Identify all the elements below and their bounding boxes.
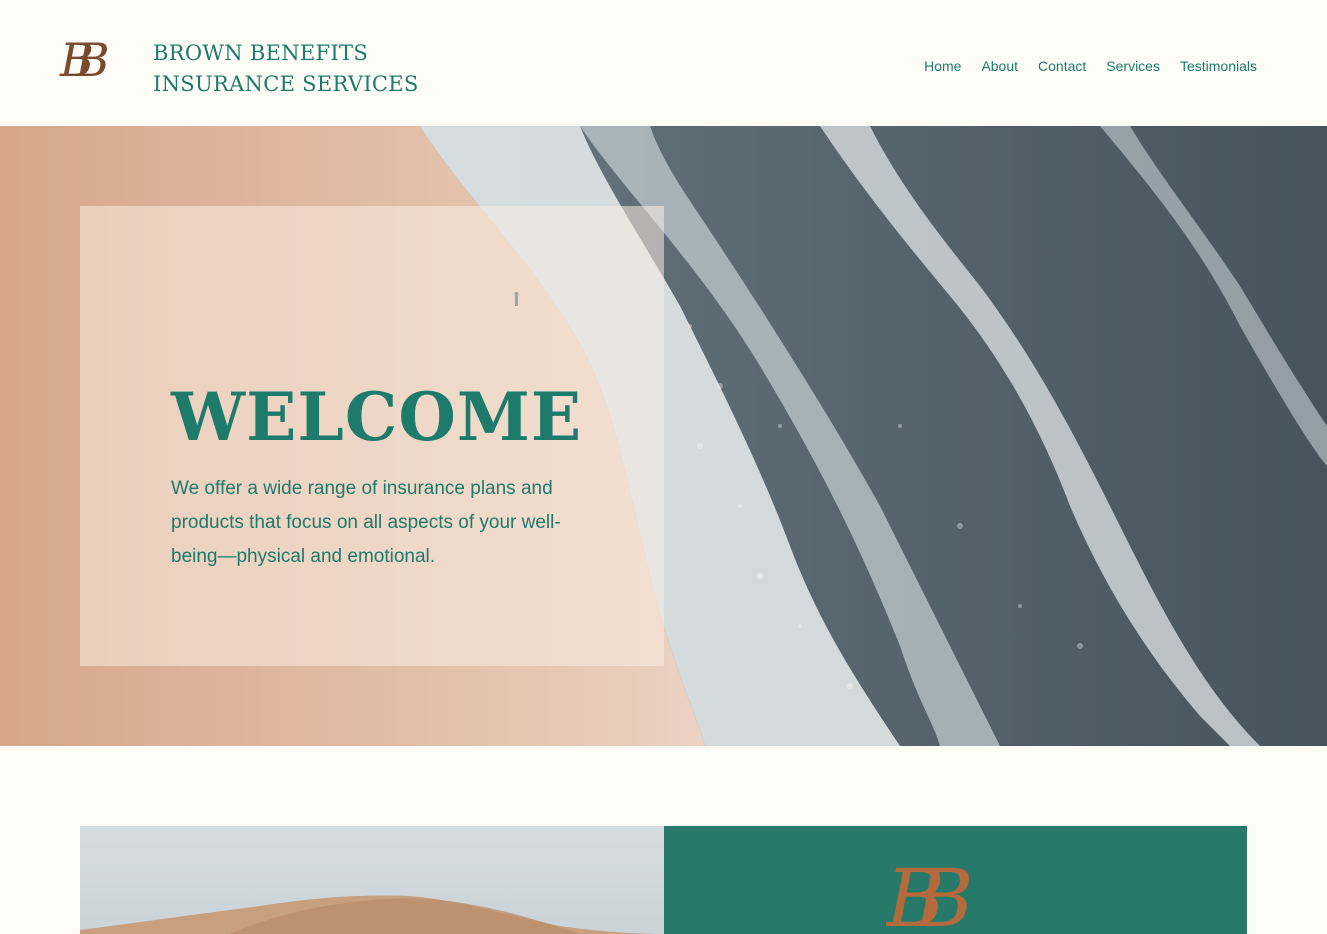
site-header: BB BROWN BENEFITS INSURANCE SERVICES Hom…: [0, 0, 1327, 126]
main-nav: Home About Contact Services Testimonials: [924, 58, 1257, 74]
brand-line-1: BROWN BENEFITS: [153, 41, 369, 65]
dunes-illustration: [80, 895, 664, 934]
nav-testimonials[interactable]: Testimonials: [1180, 58, 1257, 74]
hero-section: WELCOME We offer a wide range of insuran…: [0, 126, 1327, 746]
svg-text:BB: BB: [59, 33, 108, 87]
brand-panel: BB: [664, 826, 1247, 934]
svg-text:BB: BB: [886, 852, 971, 934]
brand-logo-icon[interactable]: BB: [58, 30, 132, 98]
hero-description: We offer a wide range of insurance plans…: [171, 478, 561, 567]
brand-name[interactable]: BROWN BENEFITS INSURANCE SERVICES: [153, 38, 419, 100]
nav-services[interactable]: Services: [1106, 58, 1160, 74]
hero-title: WELCOME: [171, 378, 583, 456]
nav-about[interactable]: About: [981, 58, 1018, 74]
brand-line-2: INSURANCE SERVICES: [153, 72, 419, 96]
panel-logo-icon: BB: [886, 852, 1001, 934]
nav-contact[interactable]: Contact: [1038, 58, 1086, 74]
nav-home[interactable]: Home: [924, 58, 961, 74]
dunes-image: [80, 826, 664, 934]
